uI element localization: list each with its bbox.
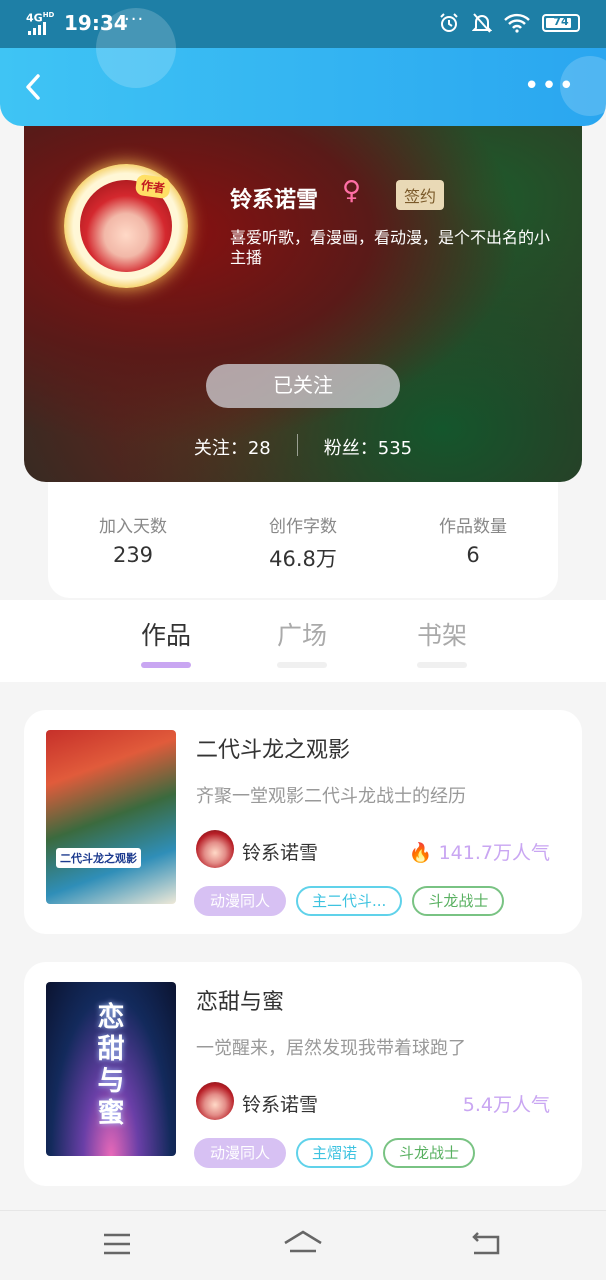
tab-label: 作品 bbox=[140, 621, 191, 650]
profile-bio: 喜爱听歌，看漫画，看动漫，是个不出名的小主播 bbox=[230, 228, 551, 267]
tab-bar: 作品 广场 书架 bbox=[0, 600, 606, 682]
book-card[interactable]: 恋甜与蜜 恋甜与蜜 一觉醒来，居然发现我带着球跑了 铃系诺雪 5.4万人气 动漫… bbox=[24, 962, 582, 1186]
menu-icon[interactable] bbox=[102, 1229, 132, 1259]
signed-badge: 签约 bbox=[396, 180, 445, 210]
stat-value: 239 bbox=[112, 543, 154, 567]
female-icon: ♀ bbox=[342, 176, 362, 206]
book-author: 铃系诺雪 bbox=[242, 842, 319, 864]
tag[interactable]: 动漫同人 bbox=[194, 886, 287, 916]
tab-label: 广场 bbox=[276, 621, 327, 650]
stat-label: 加入天数 bbox=[99, 517, 167, 537]
tag[interactable]: 动漫同人 bbox=[194, 1138, 287, 1168]
stat-value: 46.8万 bbox=[269, 547, 337, 571]
author-avatar bbox=[196, 1082, 234, 1120]
tab-bookshelf[interactable]: 书架 bbox=[402, 616, 482, 668]
tag-list: 动漫同人 主熠诺 斗龙战士 bbox=[194, 1138, 476, 1168]
stat-join-days: 加入天数 239 bbox=[48, 482, 218, 598]
book-author: 铃系诺雪 bbox=[242, 1094, 319, 1116]
more-button[interactable]: ••• bbox=[524, 73, 576, 99]
cover-title: 恋甜与蜜 bbox=[97, 1002, 125, 1129]
tab-works[interactable]: 作品 bbox=[126, 616, 206, 668]
follow-button[interactable]: 已关注 bbox=[206, 364, 400, 408]
stat-label: 作品数量 bbox=[439, 517, 507, 537]
tag[interactable]: 主熠诺 bbox=[296, 1138, 374, 1168]
tag-list: 动漫同人 主二代斗... 斗龙战士 bbox=[194, 886, 505, 916]
status-bar: 4GHD 19:34 ··· 74 bbox=[0, 0, 606, 48]
back-button[interactable] bbox=[20, 70, 48, 104]
top-header: ••• bbox=[0, 8, 606, 126]
book-card[interactable]: 二代斗龙之观影 二代斗龙之观影 齐聚一堂观影二代斗龙战士的经历 铃系诺雪 🔥 14… bbox=[24, 710, 582, 934]
fans-count[interactable]: 粉丝：535 bbox=[298, 434, 438, 460]
book-description: 齐聚一堂观影二代斗龙战士的经历 bbox=[196, 786, 466, 807]
tab-indicator bbox=[417, 662, 467, 668]
book-cover: 恋甜与蜜 bbox=[46, 982, 176, 1156]
profile-name: 铃系诺雪 bbox=[230, 188, 319, 213]
stat-value: 6 bbox=[466, 543, 480, 567]
decor-bubble bbox=[96, 8, 176, 88]
popularity-value: 141.7万人气 bbox=[438, 842, 550, 864]
cover-title: 二代斗龙之观影 bbox=[56, 848, 141, 868]
avatar[interactable]: 作者 bbox=[64, 164, 188, 288]
tag[interactable]: 斗龙战士 bbox=[412, 886, 505, 916]
signal-icon bbox=[28, 22, 46, 35]
tab-label: 书架 bbox=[416, 621, 467, 650]
following-count[interactable]: 关注：28 bbox=[168, 434, 297, 460]
book-title: 恋甜与蜜 bbox=[196, 990, 285, 1015]
tab-indicator bbox=[277, 662, 327, 668]
author-avatar bbox=[196, 830, 234, 868]
battery-icon: 74 bbox=[542, 14, 580, 32]
stats-card: 加入天数 239 创作字数 46.8万 作品数量 6 bbox=[48, 482, 558, 598]
follow-counts: 关注：28 粉丝：535 bbox=[24, 434, 582, 460]
mute-icon bbox=[472, 13, 492, 33]
wifi-icon bbox=[504, 13, 530, 33]
tab-indicator bbox=[141, 662, 191, 668]
fire-icon: 🔥 bbox=[408, 842, 433, 864]
alarm-icon bbox=[440, 13, 458, 32]
book-popularity: 🔥 141.7万人气 bbox=[409, 838, 550, 865]
return-icon[interactable] bbox=[470, 1229, 504, 1259]
book-description: 一觉醒来，居然发现我带着球跑了 bbox=[196, 1038, 466, 1059]
tag[interactable]: 主二代斗... bbox=[296, 886, 403, 916]
tab-square[interactable]: 广场 bbox=[262, 616, 342, 668]
system-navbar bbox=[0, 1210, 606, 1280]
stat-label: 创作字数 bbox=[269, 517, 337, 537]
stat-works-count: 作品数量 6 bbox=[388, 482, 558, 598]
stat-word-count: 创作字数 46.8万 bbox=[218, 482, 388, 598]
status-icons: 74 bbox=[438, 12, 580, 34]
book-popularity: 5.4万人气 bbox=[462, 1094, 550, 1116]
book-cover: 二代斗龙之观影 bbox=[46, 730, 176, 904]
home-icon[interactable] bbox=[282, 1229, 324, 1259]
book-title: 二代斗龙之观影 bbox=[196, 738, 351, 763]
tag[interactable]: 斗龙战士 bbox=[383, 1138, 476, 1168]
profile-banner: 作者 铃系诺雪 ♀ 签约 喜爱听歌，看漫画，看动漫，是个不出名的小主播 已关注 … bbox=[24, 126, 582, 482]
